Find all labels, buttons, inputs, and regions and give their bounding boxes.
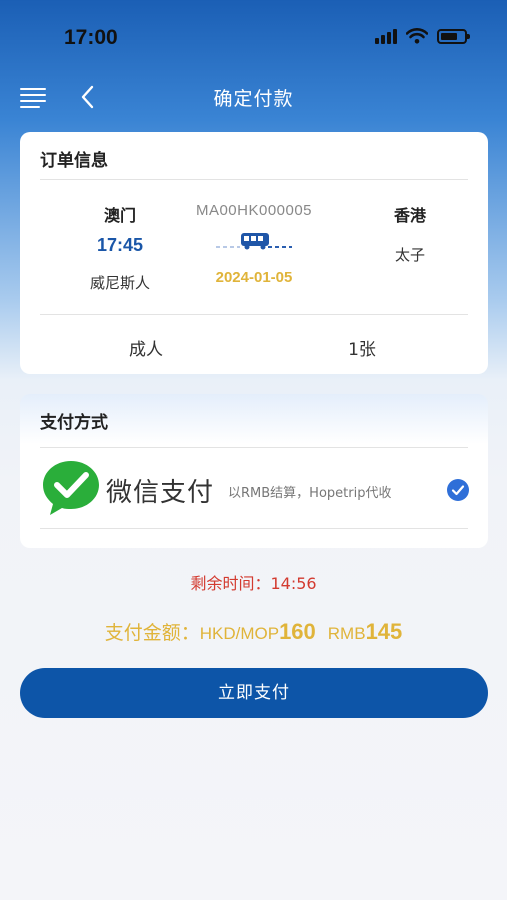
passenger-type: 成人 <box>129 340 163 360</box>
divider <box>40 179 468 180</box>
countdown-value: 14:56 <box>270 574 317 593</box>
status-bar: 17:00 <box>0 0 507 72</box>
pay-now-button[interactable]: 立即支付 <box>20 668 488 718</box>
order-info-card: 订单信息 澳门 17:45 威尼斯人 MA00HK000005 2024-01-… <box>20 132 488 374</box>
status-time: 17:00 <box>64 26 118 49</box>
rmb-currency: RMB <box>327 624 366 643</box>
wifi-icon <box>406 28 428 44</box>
arrival-station: 太子 <box>394 246 425 264</box>
payment-method-title: 支付方式 <box>40 413 108 433</box>
countdown-label: 剩余时间： <box>190 574 271 593</box>
payment-method-card: 支付方式 微信支付 以RMB结算，Hopetrip代收 <box>20 394 488 548</box>
bus-icon <box>216 233 292 250</box>
signal-icon <box>375 28 397 44</box>
divider <box>40 314 468 315</box>
hkd-currency: HKD/MOP <box>199 624 280 643</box>
settlement-note: 以RMB结算，Hopetrip代收 <box>228 486 392 501</box>
order-info-title: 订单信息 <box>40 151 108 171</box>
amount-label: 支付金额： <box>104 623 200 644</box>
travel-date: 2024-01-05 <box>215 269 293 286</box>
divider <box>40 528 468 529</box>
battery-icon <box>437 28 470 44</box>
departure-city: 澳门 <box>103 206 136 225</box>
ticket-count: 1张 <box>348 340 376 360</box>
route-code: MA00HK000005 <box>195 202 313 219</box>
page-title: 确定付款 <box>213 88 294 110</box>
hkd-amount: 160 <box>279 619 316 644</box>
wechat-icon <box>43 461 99 515</box>
departure-time: 17:45 <box>96 235 144 255</box>
nav-bar: 确定付款 <box>0 72 507 122</box>
countdown-timer: 剩余时间：14:56 <box>0 570 507 594</box>
check-circle-icon[interactable] <box>446 478 470 502</box>
wechat-pay-label: 微信支付 <box>106 478 215 508</box>
arrival-city: 香港 <box>393 206 426 225</box>
status-icons <box>375 28 470 44</box>
rmb-amount: 145 <box>365 619 403 644</box>
departure-station: 威尼斯人 <box>89 274 150 292</box>
payment-amount: 支付金额：HKD/MOP160 RMB145 <box>0 618 507 645</box>
